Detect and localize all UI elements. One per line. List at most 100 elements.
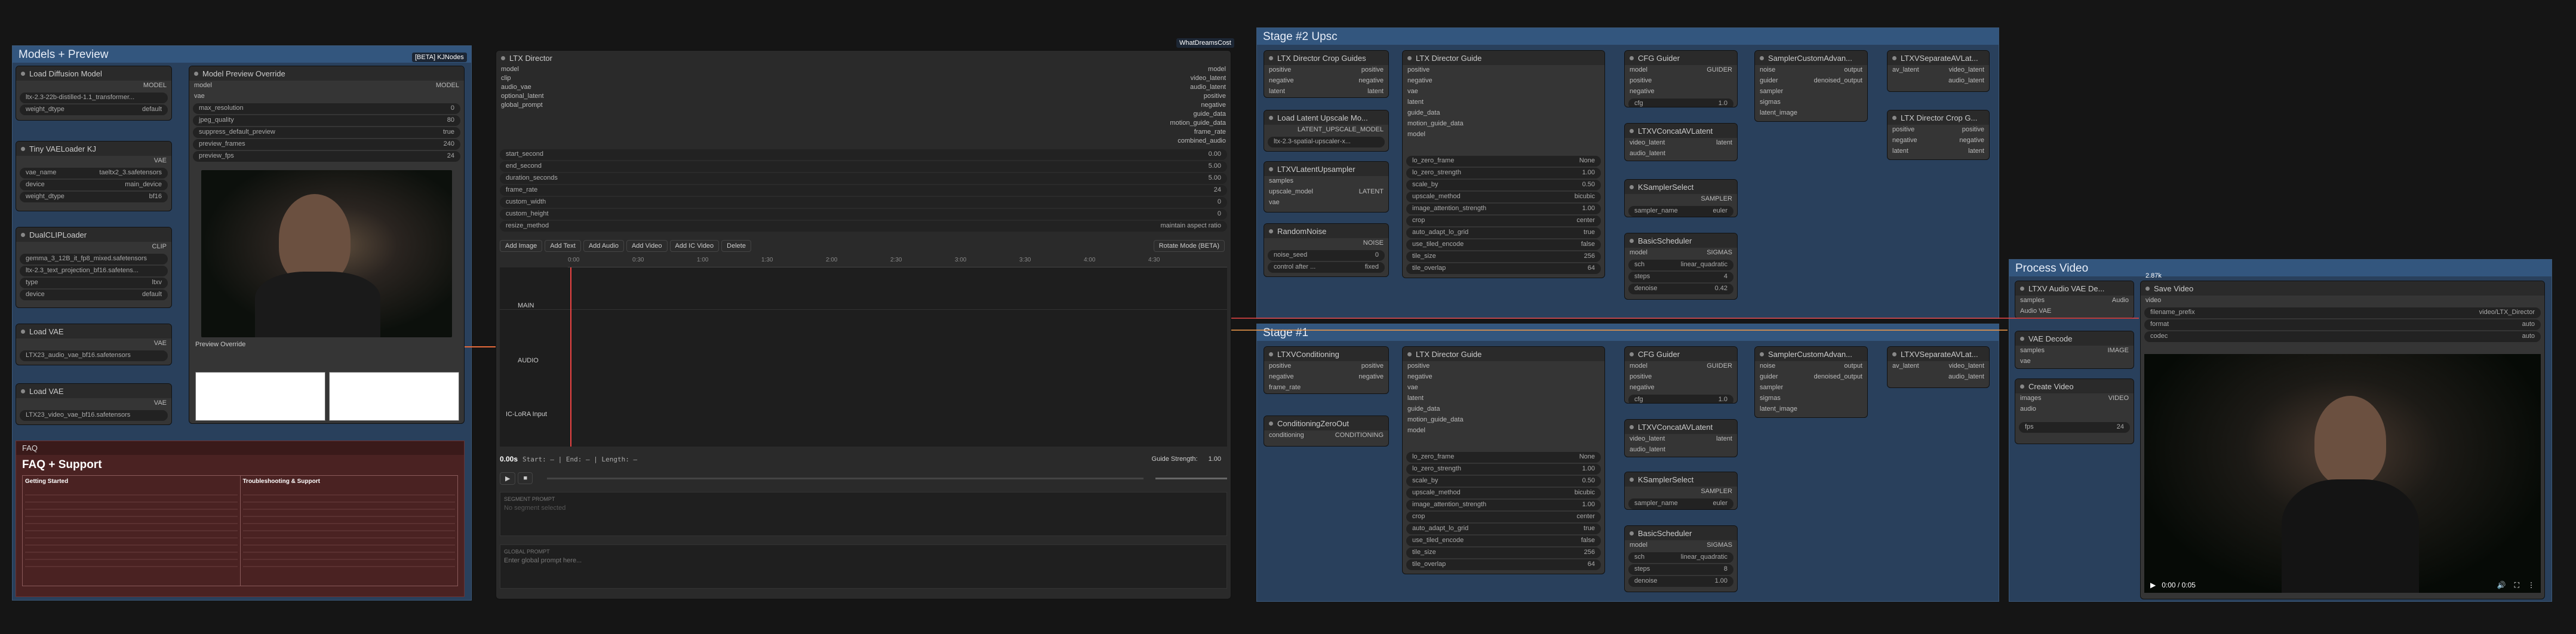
director-widget-5[interactable]: custom_height 0 <box>500 209 1227 220</box>
director-button-2[interactable]: Add Audio <box>583 240 624 252</box>
director-button-5[interactable]: Delete <box>721 240 751 252</box>
guide-widget-2[interactable]: scale_by 0.50 <box>1406 476 1601 487</box>
node-cfg-guider-s1[interactable]: CFG Guider model GUIDER positive negative… <box>1624 346 1738 404</box>
director-button-3[interactable]: Add Video <box>626 240 668 252</box>
guide-widget-6[interactable]: auto_adapt_lo_grid true <box>1406 227 1601 238</box>
director-output-7[interactable]: frame_rate <box>1170 128 1226 137</box>
guide-widget-4[interactable]: image_attention_strength 1.00 <box>1406 500 1601 510</box>
sampler-name-widget[interactable]: sampler_name euler <box>1628 206 1733 217</box>
guide-widget-9[interactable]: tile_overlap 64 <box>1406 559 1601 570</box>
format-widget[interactable]: format auto <box>2144 319 2541 330</box>
guide-widget-0[interactable]: lo_zero_frame None <box>1406 452 1601 463</box>
node-cfg-guider-s2[interactable]: CFG Guider model GUIDER positive negative… <box>1624 50 1738 107</box>
node-separate-av-s1[interactable]: LTXVSeparateAVLat... av_latent video_late… <box>1887 346 1990 388</box>
node-crop-guides2-s2[interactable]: LTX Director Crop G... positive positive … <box>1887 110 1990 160</box>
guide-port-1[interactable]: negative <box>1403 372 1604 383</box>
segment-prompt-input[interactable]: No segment selected <box>504 504 1223 512</box>
track-main[interactable] <box>500 309 1227 310</box>
device-widget[interactable]: device main_device <box>20 180 168 190</box>
node-model-preview-override[interactable]: Model Preview Override model MODEL vae ma… <box>189 66 465 424</box>
cfg-widget[interactable]: cfg 1.0 <box>1628 395 1733 403</box>
director-button-4[interactable]: Add IC Video <box>669 240 720 252</box>
node-load-vae-video[interactable]: Load VAE VAE LTX23_video_vae_bf16.safete… <box>16 383 172 425</box>
node-random-noise[interactable]: RandomNoise NOISE noise_seed 0 control af… <box>1264 223 1389 277</box>
node-tiny-vae-loader[interactable]: Tiny VAELoader KJ VAE vae_name taeltx2_3.… <box>16 141 172 211</box>
guide-port-2[interactable]: vae <box>1403 87 1604 97</box>
node-basic-scheduler-s1[interactable]: BasicScheduler model SIGMAS sch linear_qua… <box>1624 525 1738 592</box>
director-widget-0[interactable]: start_second 0.00 <box>500 149 1227 160</box>
guide-widget-8[interactable]: tile_size 256 <box>1406 251 1601 262</box>
output-vae[interactable]: VAE <box>154 340 167 348</box>
guide-port-3[interactable]: latent <box>1403 97 1604 108</box>
node-ltx-director[interactable]: LTX Director model clip audio_vae optional_… <box>496 50 1231 599</box>
director-input-1[interactable]: clip <box>501 74 544 83</box>
guide-widget-5[interactable]: crop center <box>1406 512 1601 522</box>
steps-widget[interactable]: steps 8 <box>1628 564 1733 575</box>
director-output-3[interactable]: positive <box>1170 92 1226 101</box>
guide-port-4[interactable]: guide_data <box>1403 108 1604 119</box>
guide-port-3[interactable]: latent <box>1403 393 1604 404</box>
guide-widget-5[interactable]: crop center <box>1406 216 1601 226</box>
node-ksampler-select-s2[interactable]: KSamplerSelect SAMPLER sampler_name euler <box>1624 179 1738 217</box>
director-output-2[interactable]: audio_latent <box>1170 83 1226 92</box>
rotate-mode-button[interactable]: Rotate Mode (BETA) <box>1153 240 1225 252</box>
guide-widget-4[interactable]: image_attention_strength 1.00 <box>1406 204 1601 214</box>
node-sampler-custom-s2[interactable]: SamplerCustomAdvan... noise output guider… <box>1754 50 1868 122</box>
guide-port-1[interactable]: negative <box>1403 76 1604 87</box>
scheduler-widget[interactable]: sch linear_quadratic <box>1628 260 1733 270</box>
video-play-icon[interactable]: ▶ <box>2150 581 2156 589</box>
vae-name-widget[interactable]: LTX23_video_vae_bf16.safetensors <box>20 410 168 421</box>
node-concat-av-s1[interactable]: LTXVConcatAVLatent video_latent latent au… <box>1624 419 1738 457</box>
play-button[interactable]: ▶ <box>500 472 516 485</box>
preview-frames-widget[interactable]: preview_frames 240 <box>193 139 460 150</box>
director-input-3[interactable]: optional_latent <box>501 92 544 101</box>
director-widget-4[interactable]: custom_width 0 <box>500 197 1227 208</box>
volume-icon[interactable]: 🔊 <box>2497 581 2506 589</box>
timeline-tracks[interactable]: MAIN AUDIO IC-LoRA Input <box>500 267 1227 447</box>
node-sampler-custom-s1[interactable]: SamplerCustomAdvan... noise output guider… <box>1754 346 1868 418</box>
director-input-4[interactable]: global_prompt <box>501 101 544 110</box>
fullscreen-icon[interactable]: ⛶ <box>2514 581 2519 590</box>
device-widget[interactable]: device default <box>20 290 168 300</box>
director-button-0[interactable]: Add Image <box>500 240 543 252</box>
guide-port-4[interactable]: guide_data <box>1403 404 1604 415</box>
clip-name1-widget[interactable]: gemma_3_12B_it_fp8_mixed.safetensors <box>20 254 168 264</box>
guide-widget-3[interactable]: upscale_method bicubic <box>1406 488 1601 498</box>
playhead[interactable] <box>570 267 571 447</box>
denoise-widget[interactable]: denoise 0.42 <box>1628 284 1733 294</box>
node-latent-upscale-model[interactable]: Load Latent Upscale Mo... LATENT_UPSCALE… <box>1264 110 1389 152</box>
director-output-5[interactable]: guide_data <box>1170 110 1226 119</box>
director-output-6[interactable]: motion_guide_data <box>1170 119 1226 128</box>
more-options-icon[interactable]: ⋮ <box>2528 581 2535 589</box>
jpeg-quality-widget[interactable]: jpeg_quality 80 <box>193 115 460 126</box>
node-conditioning-zero-out[interactable]: ConditioningZeroOut conditioning CONDITIO… <box>1264 416 1389 447</box>
guide-port-0[interactable]: positive <box>1403 65 1604 76</box>
output-vae[interactable]: VAE <box>154 157 167 165</box>
output-vae[interactable]: VAE <box>154 399 167 408</box>
guide-widget-8[interactable]: tile_size 256 <box>1406 547 1601 558</box>
node-director-guide-s1[interactable]: LTX Director Guide positive negative vae la… <box>1402 346 1605 574</box>
model-name-widget[interactable]: ltx-2.3-spatial-upscaler-x... <box>1268 137 1385 147</box>
director-input-0[interactable]: model <box>501 65 544 74</box>
director-output-0[interactable]: model <box>1170 65 1226 74</box>
vae-name-widget[interactable]: vae_name taeltx2_3.safetensors <box>20 168 168 178</box>
guide-widget-1[interactable]: lo_zero_strength 1.00 <box>1406 168 1601 178</box>
node-dual-clip-loader[interactable]: DualCLIPLoader CLIP gemma_3_12B_it_fp8_m… <box>16 227 172 308</box>
output-video-player[interactable]: ▶ 0:00 / 0:05 🔊 ⛶ ⋮ <box>2144 354 2541 593</box>
preview-fps-widget[interactable]: preview_fps 24 <box>193 151 460 162</box>
guide-widget-7[interactable]: use_tiled_encode false <box>1406 239 1601 250</box>
node-crop-guides-s2[interactable]: LTX Director Crop Guides positive positiv… <box>1264 50 1389 98</box>
guide-widget-9[interactable]: tile_overlap 64 <box>1406 263 1601 274</box>
guide-port-5[interactable]: motion_guide_data <box>1403 415 1604 426</box>
director-input-2[interactable]: audio_vae <box>501 83 544 92</box>
weight-dtype-widget[interactable]: weight_dtype default <box>20 104 168 115</box>
director-widget-2[interactable]: duration_seconds 5.00 <box>500 173 1227 184</box>
weight-dtype-widget[interactable]: weight_dtype bf16 <box>20 192 168 202</box>
suppress-preview-widget[interactable]: suppress_default_preview true <box>193 127 460 138</box>
guide-port-0[interactable]: positive <box>1403 361 1604 372</box>
node-ksampler-select-s1[interactable]: KSamplerSelect SAMPLER sampler_name euler <box>1624 472 1738 510</box>
director-button-1[interactable]: Add Text <box>545 240 581 252</box>
type-widget[interactable]: type ltxv <box>20 278 168 288</box>
clip-name2-widget[interactable]: ltx-2.3_text_projection_bf16.safetens... <box>20 266 168 276</box>
fps-widget[interactable]: fps 24 <box>2019 422 2130 433</box>
